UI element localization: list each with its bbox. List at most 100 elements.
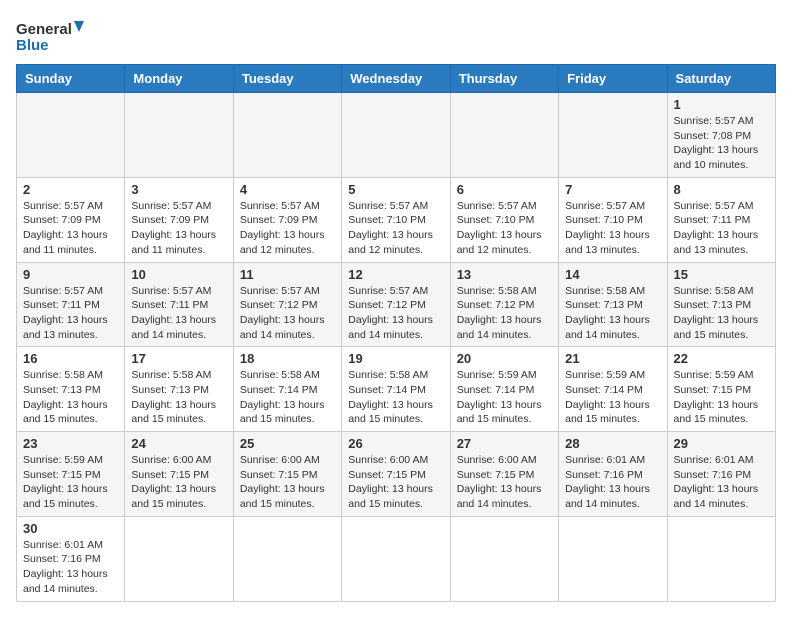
day-info: Sunrise: 5:59 AM Sunset: 7:15 PM Dayligh…: [23, 453, 118, 512]
day-info: Sunrise: 5:58 AM Sunset: 7:12 PM Dayligh…: [457, 284, 552, 343]
day-info: Sunrise: 6:01 AM Sunset: 7:16 PM Dayligh…: [23, 538, 118, 597]
day-info: Sunrise: 5:58 AM Sunset: 7:13 PM Dayligh…: [565, 284, 660, 343]
day-info: Sunrise: 5:57 AM Sunset: 7:11 PM Dayligh…: [674, 199, 769, 258]
day-info: Sunrise: 5:57 AM Sunset: 7:11 PM Dayligh…: [23, 284, 118, 343]
weekday-header-sunday: Sunday: [17, 65, 125, 93]
weekday-header-friday: Friday: [559, 65, 667, 93]
calendar-cell: 14Sunrise: 5:58 AM Sunset: 7:13 PM Dayli…: [559, 262, 667, 347]
day-number: 8: [674, 182, 769, 197]
calendar-cell: [233, 516, 341, 601]
day-info: Sunrise: 6:01 AM Sunset: 7:16 PM Dayligh…: [565, 453, 660, 512]
calendar-cell: 7 Sunrise: 5:57 AM Sunset: 7:10 PM Daylig…: [559, 177, 667, 262]
calendar-cell: [342, 516, 450, 601]
day-info: Sunrise: 5:58 AM Sunset: 7:13 PM Dayligh…: [674, 284, 769, 343]
day-info: Sunrise: 5:57 AM Sunset: 7:10 PM Dayligh…: [457, 199, 552, 258]
day-number: 12: [348, 267, 443, 282]
calendar-cell: 26Sunrise: 6:00 AM Sunset: 7:15 PM Dayli…: [342, 432, 450, 517]
week-row-1: 1Sunrise: 5:57 AM Sunset: 7:08 PM Daylig…: [17, 93, 776, 178]
day-info: Sunrise: 5:57 AM Sunset: 7:12 PM Dayligh…: [348, 284, 443, 343]
day-info: Sunrise: 5:57 AM Sunset: 7:09 PM Dayligh…: [23, 199, 118, 258]
day-info: Sunrise: 5:57 AM Sunset: 7:12 PM Dayligh…: [240, 284, 335, 343]
calendar-cell: [342, 93, 450, 178]
day-number: 13: [457, 267, 552, 282]
week-row-2: 2 Sunrise: 5:57 AM Sunset: 7:09 PM Daylig…: [17, 177, 776, 262]
calendar-cell: 23 Sunrise: 5:59 AM Sunset: 7:15 PM Dayli…: [17, 432, 125, 517]
calendar-cell: 5 Sunrise: 5:57 AM Sunset: 7:10 PM Daylig…: [342, 177, 450, 262]
day-info: Sunrise: 5:59 AM Sunset: 7:15 PM Dayligh…: [674, 368, 769, 427]
day-number: 6: [457, 182, 552, 197]
day-number: 5: [348, 182, 443, 197]
day-number: 28: [565, 436, 660, 451]
day-number: 19: [348, 351, 443, 366]
day-number: 17: [131, 351, 226, 366]
calendar-cell: 11 Sunrise: 5:57 AM Sunset: 7:12 PM Dayli…: [233, 262, 341, 347]
weekday-header-tuesday: Tuesday: [233, 65, 341, 93]
day-info: Sunrise: 5:57 AM Sunset: 7:10 PM Dayligh…: [565, 199, 660, 258]
logo: GeneralBlue: [16, 16, 96, 56]
header: GeneralBlue: [16, 16, 776, 56]
day-info: Sunrise: 6:00 AM Sunset: 7:15 PM Dayligh…: [348, 453, 443, 512]
day-number: 22: [674, 351, 769, 366]
calendar-cell: [125, 93, 233, 178]
calendar-cell: [450, 516, 558, 601]
day-number: 11: [240, 267, 335, 282]
week-row-4: 16 Sunrise: 5:58 AM Sunset: 7:13 PM Dayli…: [17, 347, 776, 432]
calendar-cell: 30Sunrise: 6:01 AM Sunset: 7:16 PM Dayli…: [17, 516, 125, 601]
calendar-cell: 13 Sunrise: 5:58 AM Sunset: 7:12 PM Dayli…: [450, 262, 558, 347]
day-info: Sunrise: 6:01 AM Sunset: 7:16 PM Dayligh…: [674, 453, 769, 512]
calendar-cell: 20 Sunrise: 5:59 AM Sunset: 7:14 PM Dayli…: [450, 347, 558, 432]
day-number: 3: [131, 182, 226, 197]
calendar-cell: 25 Sunrise: 6:00 AM Sunset: 7:15 PM Dayli…: [233, 432, 341, 517]
day-info: Sunrise: 5:58 AM Sunset: 7:14 PM Dayligh…: [240, 368, 335, 427]
calendar-cell: 1Sunrise: 5:57 AM Sunset: 7:08 PM Daylig…: [667, 93, 775, 178]
day-number: 9: [23, 267, 118, 282]
calendar-cell: 24Sunrise: 6:00 AM Sunset: 7:15 PM Dayli…: [125, 432, 233, 517]
calendar-cell: 27Sunrise: 6:00 AM Sunset: 7:15 PM Dayli…: [450, 432, 558, 517]
calendar-cell: 28 Sunrise: 6:01 AM Sunset: 7:16 PM Dayli…: [559, 432, 667, 517]
calendar-cell: 15Sunrise: 5:58 AM Sunset: 7:13 PM Dayli…: [667, 262, 775, 347]
day-info: Sunrise: 5:57 AM Sunset: 7:11 PM Dayligh…: [131, 284, 226, 343]
day-info: Sunrise: 6:00 AM Sunset: 7:15 PM Dayligh…: [240, 453, 335, 512]
day-info: Sunrise: 5:59 AM Sunset: 7:14 PM Dayligh…: [565, 368, 660, 427]
calendar-cell: 3 Sunrise: 5:57 AM Sunset: 7:09 PM Daylig…: [125, 177, 233, 262]
calendar-cell: [17, 93, 125, 178]
weekday-header-monday: Monday: [125, 65, 233, 93]
day-number: 21: [565, 351, 660, 366]
weekday-header-saturday: Saturday: [667, 65, 775, 93]
week-row-5: 23 Sunrise: 5:59 AM Sunset: 7:15 PM Dayli…: [17, 432, 776, 517]
calendar-cell: 16 Sunrise: 5:58 AM Sunset: 7:13 PM Dayli…: [17, 347, 125, 432]
day-number: 2: [23, 182, 118, 197]
day-number: 18: [240, 351, 335, 366]
day-info: Sunrise: 5:58 AM Sunset: 7:13 PM Dayligh…: [23, 368, 118, 427]
day-number: 20: [457, 351, 552, 366]
calendar-cell: 21 Sunrise: 5:59 AM Sunset: 7:14 PM Dayli…: [559, 347, 667, 432]
day-info: Sunrise: 5:58 AM Sunset: 7:13 PM Dayligh…: [131, 368, 226, 427]
calendar-cell: 17 Sunrise: 5:58 AM Sunset: 7:13 PM Dayli…: [125, 347, 233, 432]
day-info: Sunrise: 5:58 AM Sunset: 7:14 PM Dayligh…: [348, 368, 443, 427]
calendar-cell: 22 Sunrise: 5:59 AM Sunset: 7:15 PM Dayli…: [667, 347, 775, 432]
day-info: Sunrise: 5:57 AM Sunset: 7:08 PM Dayligh…: [674, 114, 769, 173]
day-info: Sunrise: 6:00 AM Sunset: 7:15 PM Dayligh…: [457, 453, 552, 512]
calendar-cell: [233, 93, 341, 178]
day-number: 7: [565, 182, 660, 197]
calendar-cell: 8 Sunrise: 5:57 AM Sunset: 7:11 PM Daylig…: [667, 177, 775, 262]
day-info: Sunrise: 5:59 AM Sunset: 7:14 PM Dayligh…: [457, 368, 552, 427]
calendar-cell: [559, 93, 667, 178]
week-row-6: 30Sunrise: 6:01 AM Sunset: 7:16 PM Dayli…: [17, 516, 776, 601]
day-number: 29: [674, 436, 769, 451]
week-row-3: 9 Sunrise: 5:57 AM Sunset: 7:11 PM Daylig…: [17, 262, 776, 347]
day-number: 16: [23, 351, 118, 366]
calendar-cell: 12 Sunrise: 5:57 AM Sunset: 7:12 PM Dayli…: [342, 262, 450, 347]
day-number: 23: [23, 436, 118, 451]
day-number: 25: [240, 436, 335, 451]
weekday-header-thursday: Thursday: [450, 65, 558, 93]
calendar-cell: 6 Sunrise: 5:57 AM Sunset: 7:10 PM Daylig…: [450, 177, 558, 262]
day-info: Sunrise: 5:57 AM Sunset: 7:10 PM Dayligh…: [348, 199, 443, 258]
day-info: Sunrise: 5:57 AM Sunset: 7:09 PM Dayligh…: [131, 199, 226, 258]
calendar-cell: 29 Sunrise: 6:01 AM Sunset: 7:16 PM Dayli…: [667, 432, 775, 517]
svg-text:Blue: Blue: [16, 37, 49, 54]
logo-icon: GeneralBlue: [16, 16, 96, 56]
day-number: 24: [131, 436, 226, 451]
calendar-cell: 2 Sunrise: 5:57 AM Sunset: 7:09 PM Daylig…: [17, 177, 125, 262]
calendar-table: SundayMondayTuesdayWednesdayThursdayFrid…: [16, 64, 776, 602]
